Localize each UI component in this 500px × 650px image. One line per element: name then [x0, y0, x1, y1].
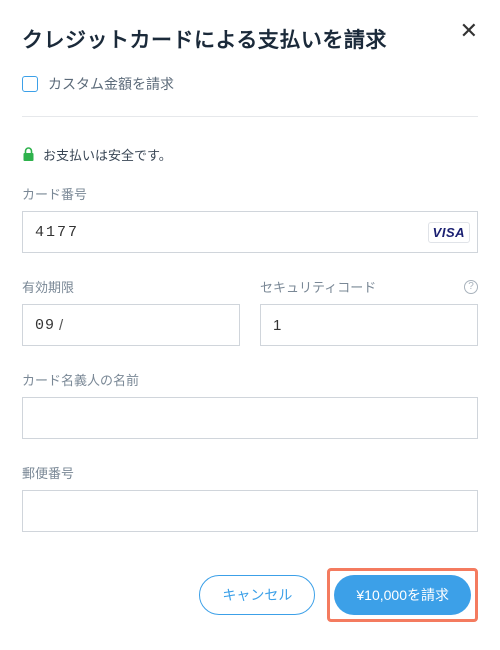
cardholder-input[interactable] — [22, 397, 478, 439]
secure-text: お支払いは安全です。 — [43, 145, 172, 164]
expiry-label: 有効期限 — [22, 277, 240, 296]
submit-highlight: ¥10,000を請求 — [327, 568, 478, 622]
expiry-input[interactable]: 09 / — [22, 304, 240, 346]
cancel-button[interactable]: キャンセル — [199, 575, 315, 615]
postal-label: 郵便番号 — [22, 463, 478, 482]
security-code-label: セキュリティコード — [260, 277, 376, 296]
help-icon[interactable]: ? — [464, 280, 478, 294]
custom-amount-row: カスタム金額を請求 — [22, 74, 478, 117]
close-icon: ✕ — [460, 18, 478, 43]
dialog-footer: キャンセル ¥10,000を請求 — [22, 568, 478, 622]
submit-button[interactable]: ¥10,000を請求 — [334, 575, 471, 615]
cardholder-label: カード名義人の名前 — [22, 370, 478, 389]
expiry-separator: / — [59, 317, 63, 334]
custom-amount-label: カスタム金額を請求 — [48, 74, 174, 94]
dialog-title: クレジットカードによる支払いを請求 — [22, 24, 478, 54]
card-number-label: カード番号 — [22, 184, 478, 203]
security-code-input[interactable] — [260, 304, 478, 346]
expiry-month-value: 09 — [35, 317, 55, 334]
postal-input[interactable] — [22, 490, 478, 532]
card-number-group: カード番号 VISA — [22, 184, 478, 253]
security-code-group: セキュリティコード ? — [260, 277, 478, 346]
close-button[interactable]: ✕ — [460, 20, 478, 42]
lock-icon — [22, 147, 35, 162]
visa-icon: VISA — [428, 222, 470, 243]
custom-amount-checkbox[interactable] — [22, 76, 38, 92]
secure-notice: お支払いは安全です。 — [22, 145, 478, 164]
postal-group: 郵便番号 — [22, 463, 478, 532]
card-brand-badge: VISA — [428, 220, 470, 244]
card-number-input[interactable] — [22, 211, 478, 253]
cardholder-group: カード名義人の名前 — [22, 370, 478, 439]
expiry-group: 有効期限 09 / — [22, 277, 240, 346]
